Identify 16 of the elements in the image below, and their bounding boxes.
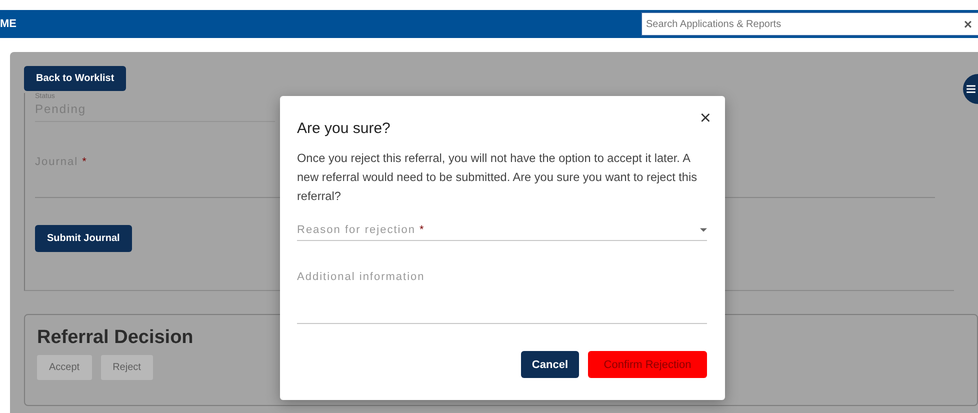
field-label: Additional information [297, 271, 425, 283]
reason-dropdown[interactable]: Reason for rejection * [297, 220, 707, 241]
search-field[interactable]: Search Applications & Reports × [641, 12, 978, 36]
close-button[interactable]: × [700, 109, 711, 128]
field-label: Reason for rejection [297, 224, 416, 236]
submit-journal-button[interactable]: Submit Journal [35, 225, 132, 252]
brand-text: ME [0, 18, 16, 30]
dialog-title: Are you sure? [297, 120, 390, 137]
cancel-button[interactable]: Cancel [520, 351, 579, 378]
required-mark: * [82, 156, 88, 168]
section-title: Referral Decision [37, 327, 194, 349]
menu-button[interactable]: ≡ [963, 74, 978, 104]
caret-icon [700, 228, 707, 232]
back-button[interactable]: Back to Worklist [24, 66, 126, 90]
required-mark: * [419, 224, 425, 236]
clear-search-button[interactable]: × [958, 16, 978, 32]
